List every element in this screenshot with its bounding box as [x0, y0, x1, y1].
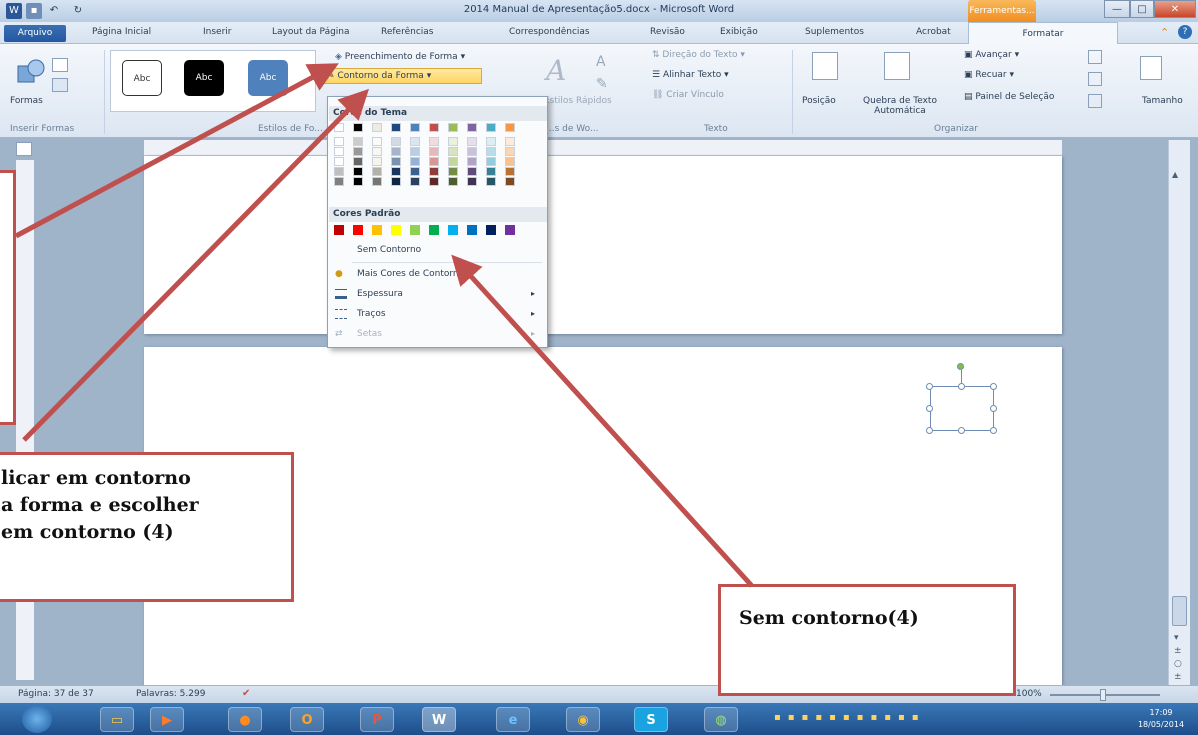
- arrow-to-no-outline: [451, 254, 754, 588]
- arrow-to-outline: [22, 88, 370, 442]
- arrow-to-fill: [14, 63, 339, 239]
- annotation-arrows: [14, 63, 754, 588]
